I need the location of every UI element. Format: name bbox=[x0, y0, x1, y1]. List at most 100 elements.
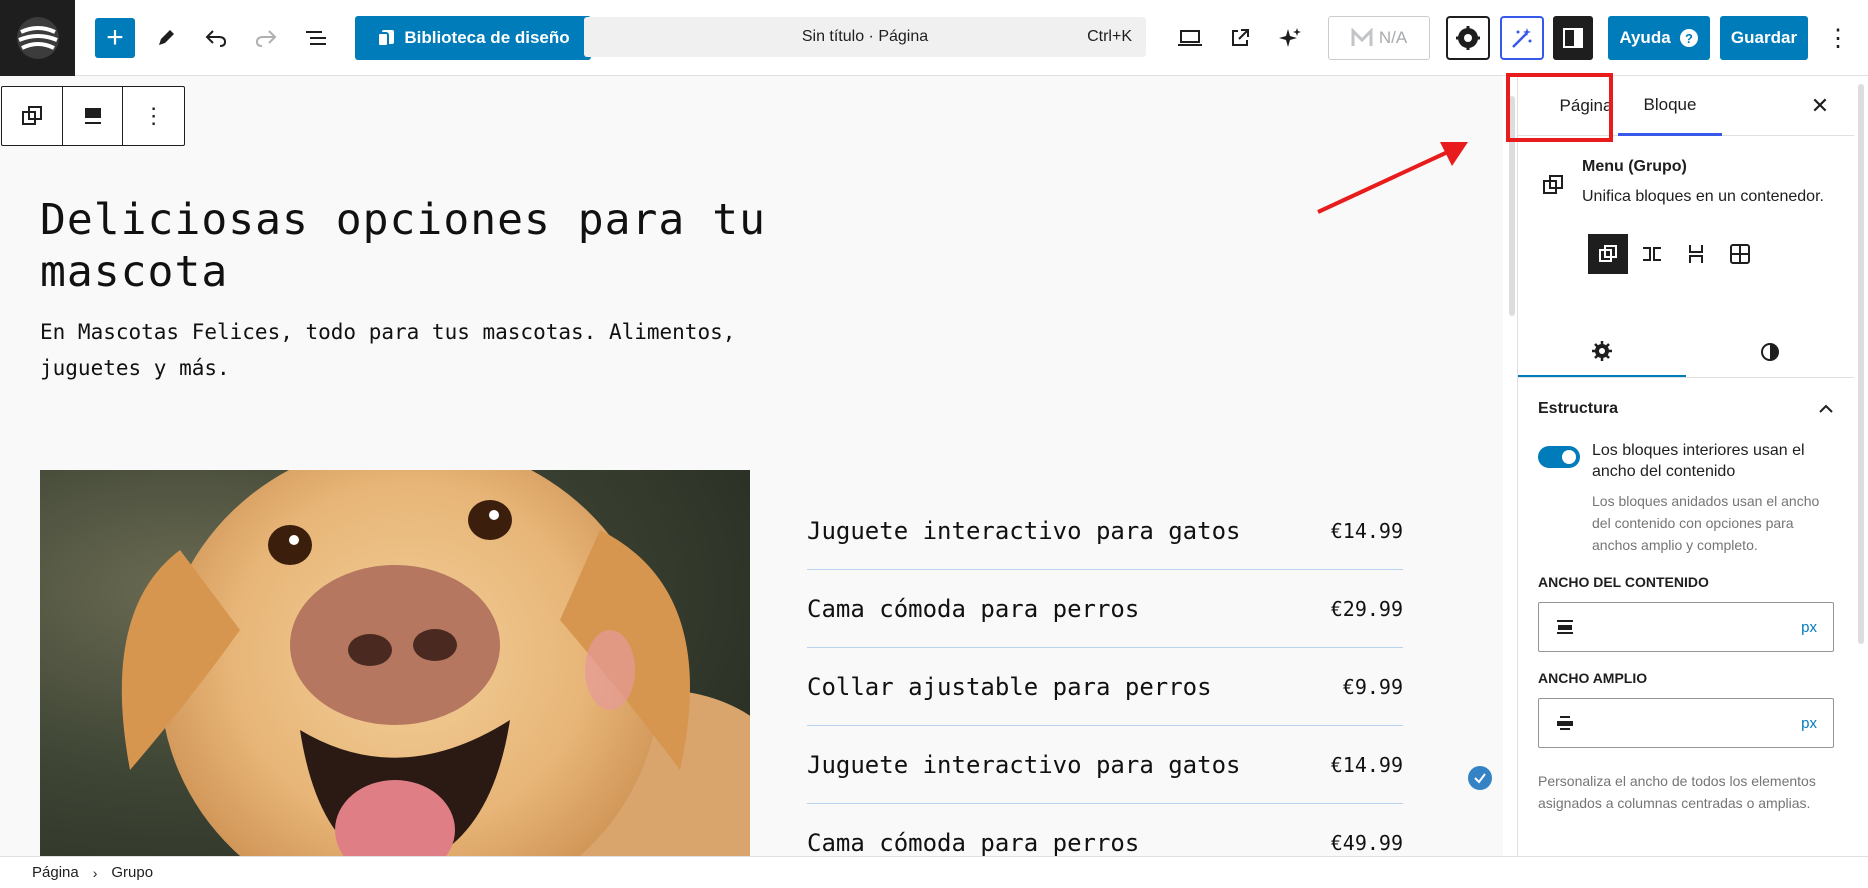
sidebar-scroll-thumb[interactable] bbox=[1858, 84, 1864, 644]
seo-score-label: N/A bbox=[1378, 28, 1408, 47]
content-width-field[interactable]: px bbox=[1538, 602, 1834, 652]
menu-item-name: Collar ajustable para perros bbox=[807, 672, 1212, 701]
group-icon bbox=[1542, 174, 1564, 201]
variation-stack[interactable] bbox=[1676, 234, 1716, 274]
menu-item[interactable]: Juguete interactivo para gatos €14.99 bbox=[807, 726, 1403, 804]
menu-item-price: €14.99 bbox=[1330, 752, 1403, 777]
preview-device-button[interactable] bbox=[1170, 18, 1210, 58]
toggle-help: Los bloques anidados usan el ancho del c… bbox=[1592, 493, 1820, 553]
variation-grid[interactable] bbox=[1720, 234, 1760, 274]
seo-logo-icon bbox=[1351, 28, 1373, 46]
stack-icon bbox=[1689, 245, 1703, 263]
document-title-bar[interactable]: Sin título · Página Ctrl+K bbox=[584, 17, 1146, 57]
document-title: Sin título · Página bbox=[801, 28, 929, 45]
design-library-button[interactable]: Biblioteca de diseño bbox=[355, 16, 591, 60]
ai-button[interactable] bbox=[1270, 18, 1310, 58]
menu-item-price: €49.99 bbox=[1330, 831, 1403, 855]
inner-blocks-toggle[interactable] bbox=[1538, 446, 1580, 468]
wide-width-field[interactable]: px bbox=[1538, 698, 1834, 748]
menu-item-price: €9.99 bbox=[1342, 674, 1403, 699]
menu-item-name: Juguete interactivo para gatos bbox=[807, 750, 1241, 779]
list-view-button[interactable] bbox=[296, 18, 336, 58]
gear-icon bbox=[1592, 340, 1612, 361]
redo-button[interactable] bbox=[246, 18, 286, 58]
redo-icon bbox=[255, 30, 277, 47]
canvas-scroll-thumb[interactable] bbox=[1509, 96, 1515, 316]
help-label: Ayuda bbox=[1619, 28, 1671, 47]
block-description: Unifica bloques en un contenedor. bbox=[1582, 188, 1824, 205]
more-vertical-icon: ⋮ bbox=[1826, 24, 1850, 52]
sidebar-toggle-button[interactable] bbox=[1553, 16, 1593, 60]
page-paragraph[interactable]: En Mascotas Felices, todo para tus masco… bbox=[40, 314, 840, 386]
undo-icon bbox=[205, 30, 227, 47]
inner-blocks-toggle-row: Los bloques interiores usan el ancho del… bbox=[1538, 440, 1834, 482]
menu-item[interactable]: Cama cómoda para perros €49.99 bbox=[807, 804, 1403, 856]
block-options-button[interactable]: ⋮ bbox=[123, 87, 184, 145]
tab-settings[interactable] bbox=[1518, 326, 1686, 377]
pencil-icon bbox=[159, 30, 174, 45]
plus-icon: + bbox=[106, 21, 124, 54]
close-icon: ✕ bbox=[1810, 93, 1830, 118]
group-icon bbox=[1599, 245, 1617, 262]
content-width-unit[interactable]: px bbox=[1801, 619, 1817, 636]
sparkle-icon bbox=[1279, 28, 1301, 47]
width-help: Personaliza el ancho de todos los elemen… bbox=[1538, 773, 1816, 811]
group-icon bbox=[21, 106, 42, 125]
align-button[interactable] bbox=[63, 87, 124, 145]
menu-item[interactable]: Collar ajustable para perros €9.99 bbox=[807, 648, 1403, 726]
magic-wand-button[interactable] bbox=[1500, 16, 1544, 60]
block-variations bbox=[1588, 234, 1760, 274]
wide-width-unit[interactable]: px bbox=[1801, 715, 1817, 732]
menu-item-name: Cama cómoda para perros bbox=[807, 594, 1140, 623]
block-name: Menu (Grupo) bbox=[1582, 158, 1687, 175]
page-heading[interactable]: Deliciosas opciones para tu mascota bbox=[40, 194, 840, 298]
settings-sidebar: Página Bloque ✕ Menu (Grupo) Unifica blo… bbox=[1517, 76, 1854, 856]
menu-item[interactable]: Juguete interactivo para gatos €14.99 bbox=[807, 492, 1403, 570]
tools-button[interactable] bbox=[146, 18, 186, 58]
magic-wand-icon bbox=[1512, 28, 1532, 48]
menu-item-price: €29.99 bbox=[1330, 596, 1403, 621]
gear-icon bbox=[1456, 26, 1480, 50]
check-badge[interactable] bbox=[1468, 766, 1492, 790]
sidebar-scrollbar[interactable] bbox=[1854, 76, 1868, 856]
block-toolbar: ⋮ bbox=[1, 86, 185, 146]
more-options-button[interactable]: ⋮ bbox=[1820, 18, 1856, 58]
tab-styles[interactable] bbox=[1686, 326, 1854, 377]
block-type-button[interactable] bbox=[2, 87, 63, 145]
help-button[interactable]: Ayuda ? bbox=[1608, 16, 1710, 60]
menu-item-name: Cama cómoda para perros bbox=[807, 829, 1140, 856]
sidebar-tabs: Página Bloque ✕ bbox=[1518, 76, 1854, 136]
check-icon bbox=[1474, 773, 1486, 784]
library-icon bbox=[377, 30, 395, 47]
structure-panel: Estructura Los bloques interiores usan e… bbox=[1518, 378, 1854, 814]
wordpress-logo-icon[interactable] bbox=[0, 0, 75, 76]
contrast-icon bbox=[1761, 342, 1779, 361]
chevron-up-icon bbox=[1819, 404, 1833, 413]
sidebar-icon bbox=[1563, 28, 1583, 48]
undo-button[interactable] bbox=[196, 18, 236, 58]
structure-panel-header[interactable]: Estructura bbox=[1538, 378, 1834, 440]
variation-row[interactable] bbox=[1632, 234, 1672, 274]
breadcrumb-item-page[interactable]: Página bbox=[32, 864, 79, 881]
settings-button[interactable] bbox=[1446, 16, 1490, 60]
content-width-label: ANCHO DEL CONTENIDO bbox=[1538, 574, 1709, 590]
dog-image[interactable] bbox=[40, 470, 750, 856]
editor-canvas[interactable]: ⋮ Deliciosas opciones para tu mascota En… bbox=[0, 76, 1503, 856]
more-vertical-icon: ⋮ bbox=[142, 103, 165, 128]
design-library-label: Biblioteca de diseño bbox=[404, 28, 570, 47]
seo-score-button[interactable]: N/A bbox=[1328, 16, 1430, 60]
tab-block[interactable]: Bloque bbox=[1618, 76, 1722, 136]
add-block-button[interactable]: + bbox=[95, 18, 135, 58]
wide-width-icon bbox=[1557, 716, 1573, 730]
chevron-right-icon: › bbox=[92, 864, 98, 881]
close-sidebar-button[interactable]: ✕ bbox=[1806, 92, 1834, 120]
view-page-button[interactable] bbox=[1220, 18, 1260, 58]
menu-item[interactable]: Cama cómoda para perros €29.99 bbox=[807, 570, 1403, 648]
content-width-icon bbox=[1557, 620, 1573, 634]
save-button[interactable]: Guardar bbox=[1720, 16, 1808, 60]
top-toolbar: + Biblioteca de diseño Sin título · Pági… bbox=[0, 0, 1868, 76]
desktop-icon bbox=[1178, 30, 1202, 46]
panel-title: Estructura bbox=[1538, 400, 1619, 417]
breadcrumb-item-group[interactable]: Grupo bbox=[111, 864, 153, 881]
variation-group[interactable] bbox=[1588, 234, 1628, 274]
